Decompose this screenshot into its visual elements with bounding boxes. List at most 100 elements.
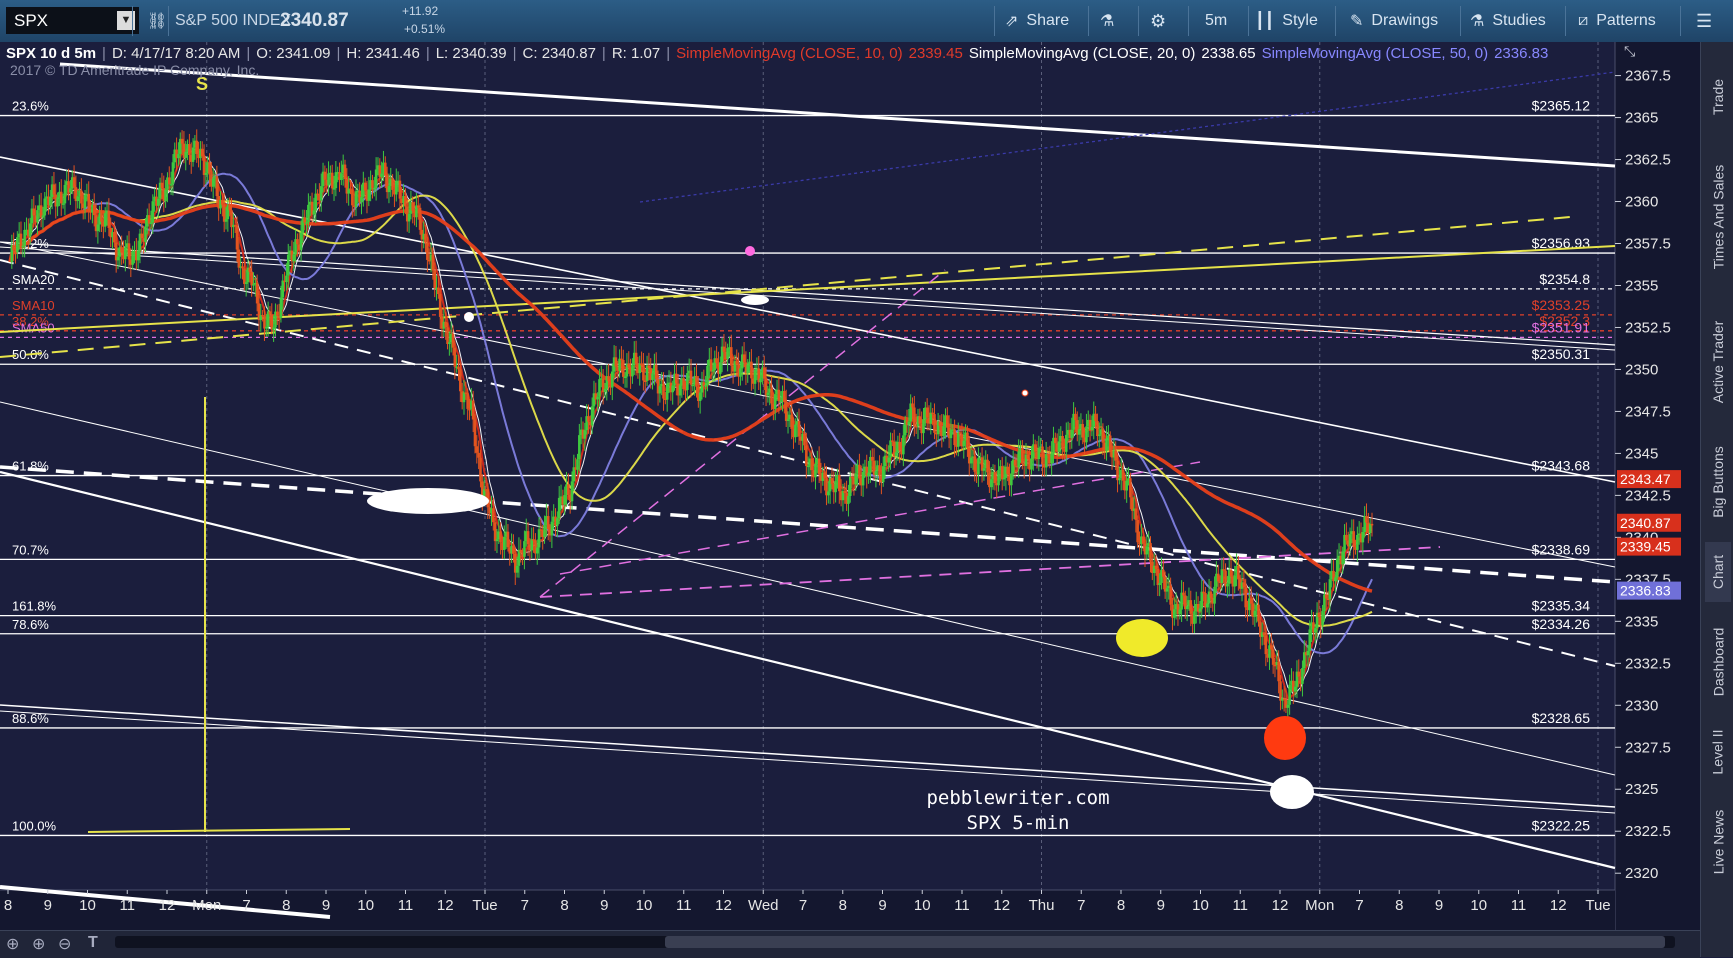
price-chart[interactable]: 23.6%$2365.1238.2%$2356.93SMA20$2354.8SM…: [0, 42, 1700, 930]
sidebar-tab-chart[interactable]: Chart: [1705, 542, 1731, 602]
candle-body: [929, 412, 933, 424]
interval-button[interactable]: 5m: [1205, 0, 1227, 42]
candle-body: [1328, 579, 1332, 600]
candle-body: [1134, 508, 1138, 521]
x-tick-label: Tue: [472, 897, 497, 914]
candle-body: [424, 233, 427, 243]
candle-body: [722, 346, 726, 352]
candle-body: [1096, 421, 1099, 436]
x-tick-label: Tue: [1585, 897, 1610, 914]
candle-body: [180, 138, 184, 144]
sidebar-tab-trade[interactable]: Trade: [1705, 62, 1731, 132]
candle-body: [1165, 588, 1169, 592]
sidebar-tab-big-buttons[interactable]: Big Buttons: [1705, 432, 1731, 532]
copyright-text: 2017 © TD Ameritrade IP Company, Inc.: [10, 62, 259, 78]
candle-body: [889, 440, 892, 458]
link-icon[interactable]: ⛓: [147, 0, 167, 42]
candle-body: [1057, 441, 1061, 452]
candle-body: [96, 224, 100, 232]
crosshair-icon[interactable]: ⊕: [6, 934, 19, 954]
candle-body: [100, 213, 103, 222]
candle-body: [1270, 645, 1273, 650]
flask-icon[interactable]: ⚗: [1100, 0, 1114, 42]
candle-body: [1125, 480, 1128, 491]
sidebar-tab-active-trader[interactable]: Active Trader: [1705, 302, 1731, 422]
time-scrollbar[interactable]: [115, 936, 1675, 948]
style-button[interactable]: ┃┃ Style: [1255, 0, 1318, 42]
candle-body: [433, 270, 437, 289]
candle-body: [140, 233, 144, 239]
scrollbar-thumb[interactable]: [665, 936, 1665, 948]
drawings-button[interactable]: ✎ Drawings: [1350, 0, 1438, 42]
symbol-selector[interactable]: SPX ▼: [6, 7, 139, 34]
share-button[interactable]: ⇗ Share: [1005, 0, 1069, 42]
menu-icon[interactable]: ☰: [1696, 0, 1712, 42]
candle-body: [285, 275, 288, 282]
candle-body: [691, 384, 695, 387]
candle-body: [526, 531, 530, 545]
sidebar-tab-times-and-sales[interactable]: Times And Sales: [1705, 142, 1731, 292]
candle-body: [493, 522, 497, 542]
sidebar-tab-level-ii[interactable]: Level II: [1705, 722, 1731, 782]
candle-body: [1348, 534, 1352, 547]
candle-body: [1189, 600, 1193, 614]
candle-body: [63, 184, 67, 204]
info-range: R: 1.07: [611, 44, 661, 62]
candle-body: [394, 181, 398, 195]
candle-body: [894, 452, 898, 456]
candles-icon: ┃┃: [1255, 13, 1275, 30]
zoom-out-icon[interactable]: ⊖: [58, 934, 71, 954]
text-tool-icon[interactable]: T: [88, 934, 98, 952]
x-tick-label: 12: [1550, 897, 1567, 914]
info-datetime: D: 4/17/17 8:20 AM: [111, 44, 241, 62]
candle-body: [651, 373, 654, 380]
candle-body: [407, 213, 411, 222]
expand-icon[interactable]: ⤡: [1624, 43, 1635, 59]
candle-body: [1172, 609, 1176, 618]
candle-body: [113, 232, 116, 243]
candle-body: [973, 456, 977, 472]
y-tick-label: 2332.5: [1625, 655, 1671, 672]
studies-button[interactable]: ⚗ Studies: [1470, 0, 1546, 42]
candle-body: [107, 210, 111, 228]
candle-body: [87, 193, 91, 210]
sidebar-tab-live-news[interactable]: Live News: [1705, 797, 1731, 887]
candle-body: [323, 171, 327, 180]
candle-body: [343, 164, 347, 180]
candle-body: [299, 232, 303, 250]
sidebar-tab-dashboard[interactable]: Dashboard: [1705, 612, 1731, 712]
candle-body: [898, 441, 901, 451]
info-close: C: 2340.87: [522, 44, 596, 62]
index-name: S&P 500 INDEX: [175, 12, 292, 29]
candle-body: [363, 182, 367, 191]
candle-body: [1000, 466, 1004, 480]
patterns-button[interactable]: ⧄ Patterns: [1578, 0, 1656, 42]
candle-body: [854, 473, 858, 485]
candle-body: [383, 162, 387, 176]
level-price: $2322.25: [1532, 817, 1591, 833]
level-price: $2338.69: [1532, 541, 1591, 557]
candle-body: [307, 204, 310, 223]
candle-body: [614, 357, 618, 367]
x-tick-label: 12: [437, 897, 454, 914]
x-tick-label: Mon: [1305, 897, 1334, 914]
x-tick-label: 9: [1157, 897, 1165, 914]
candle-body: [590, 406, 594, 426]
candle-body: [557, 497, 561, 519]
level-price: $2328.65: [1532, 710, 1591, 726]
candle-body: [823, 472, 826, 479]
info-high: H: 2341.46: [346, 44, 420, 62]
candle-body: [340, 173, 343, 181]
candle-body: [878, 465, 881, 476]
candle-body: [546, 516, 550, 530]
candle-body: [1288, 684, 1291, 705]
zoom-in-icon[interactable]: ⊕: [32, 934, 45, 954]
gear-icon[interactable]: ⚙: [1150, 0, 1166, 42]
candle-body: [1149, 543, 1152, 562]
candle-body: [607, 376, 610, 382]
candle-body: [759, 378, 762, 383]
chart-info-bar: SPX 10 d 5m | D: 4/17/17 8:20 AM | O: 23…: [6, 44, 1549, 62]
candle-body: [1169, 585, 1172, 605]
y-tick-label: 2325: [1625, 781, 1658, 798]
x-tick-label: 9: [44, 897, 52, 914]
